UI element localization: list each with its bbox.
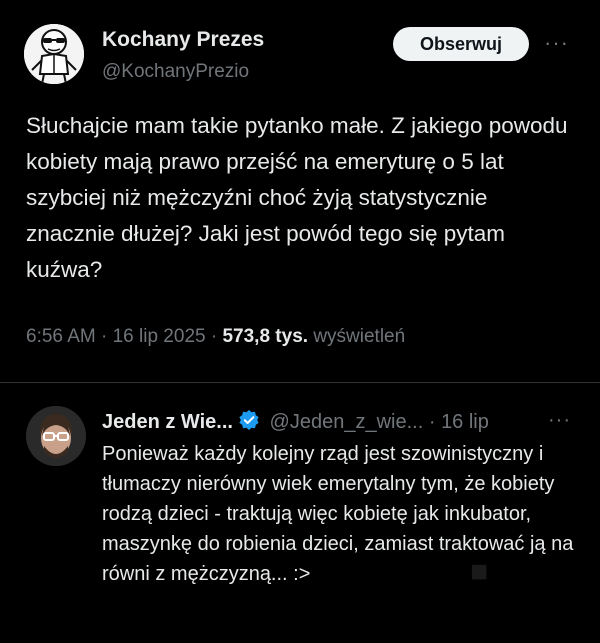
meta-separator: · — [101, 326, 108, 347]
post-time[interactable]: 6:56 AM — [26, 326, 96, 347]
author-avatar[interactable] — [24, 24, 84, 84]
reply-more-options-icon[interactable]: ··· — [548, 409, 571, 432]
post-date[interactable]: 16 lip 2025 — [113, 326, 206, 347]
author-handle[interactable]: @KochanyPrezio — [102, 61, 249, 83]
reply-header: Jeden z Wie... @Jeden_z_wie... · 16 lip — [102, 409, 489, 437]
author-name[interactable]: Kochany Prezes — [102, 28, 264, 52]
follow-button[interactable]: Obserwuj — [393, 27, 529, 61]
reply-text: Ponieważ każdy kolejny rząd jest szowini… — [102, 443, 574, 585]
reply-author-handle[interactable]: @Jeden_z_wie... — [270, 411, 424, 433]
reply-post[interactable]: Jeden z Wie... @Jeden_z_wie... · 16 lip … — [0, 383, 600, 643]
reply-author-name[interactable]: Jeden z Wie... — [102, 411, 233, 433]
post-meta: 6:56 AM · 16 lip 2025 · 573,8 tys. wyświ… — [26, 326, 405, 348]
meta-separator: · — [210, 326, 218, 347]
reply-date[interactable]: 16 lip — [441, 411, 489, 433]
more-options-icon[interactable]: ··· — [544, 30, 569, 56]
views-count: 573,8 tys. — [222, 326, 309, 347]
views-label: wyświetleń — [313, 326, 406, 347]
post-text: Słuchajcie mam takie pytanko małe. Z jak… — [26, 113, 568, 282]
verified-badge-icon — [238, 409, 260, 437]
watermark: ■ — [470, 555, 490, 588]
reply-separator: · — [428, 411, 436, 433]
main-post: Kochany Prezes @KochanyPrezio Obserwuj ·… — [0, 0, 600, 380]
reply-avatar[interactable] — [26, 406, 86, 466]
